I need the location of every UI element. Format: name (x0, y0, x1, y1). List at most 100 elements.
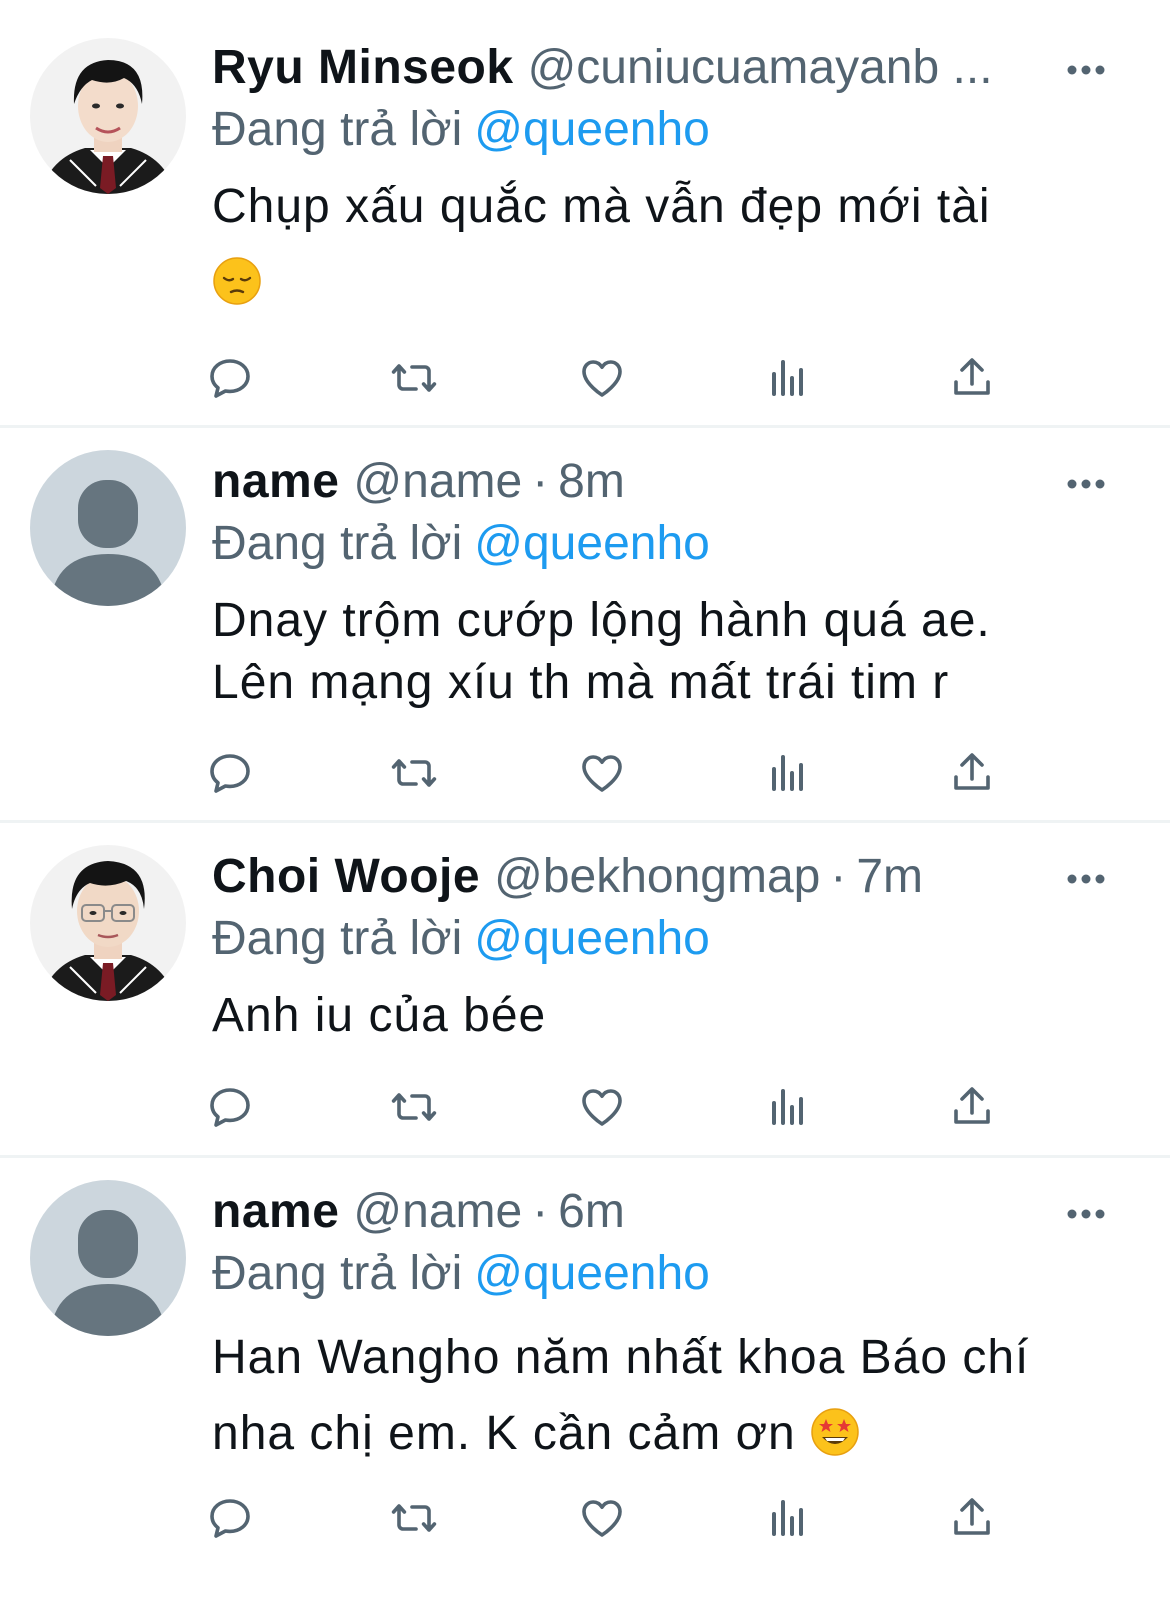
reply-button[interactable] (202, 1079, 258, 1135)
views-button[interactable] (760, 350, 816, 406)
reply-feed: Ryu Minseok @cuniucuamayanb ... Đang trả … (0, 0, 1170, 1619)
retweet-button[interactable] (386, 1079, 442, 1135)
share-icon (954, 1498, 990, 1535)
retweet-icon (391, 759, 437, 787)
share-button[interactable] (944, 1490, 1000, 1546)
mention-link[interactable]: @queenho (474, 1247, 710, 1300)
tweet-text-line-emoji (212, 252, 1112, 314)
views-button[interactable] (760, 745, 816, 801)
tweet-text: Chụp xấu quắc mà vẫn đẹp mới tài (212, 176, 1112, 314)
more-options-button[interactable] (1062, 1190, 1110, 1238)
tweet-1[interactable]: Ryu Minseok @cuniucuamayanb ... Đang trả … (0, 0, 1170, 425)
tweet-actions (210, 745, 1052, 801)
more-icon (1067, 874, 1105, 884)
display-name[interactable]: Ryu Minseok (212, 41, 514, 94)
more-options-button[interactable] (1062, 46, 1110, 94)
tweet-actions (210, 1490, 1052, 1546)
like-button[interactable] (574, 1490, 630, 1546)
views-icon (772, 1089, 803, 1125)
timestamp[interactable]: 7m (856, 850, 923, 903)
like-icon (582, 755, 622, 792)
more-icon (1067, 65, 1105, 75)
tweet-3[interactable]: Choi Wooje @bekhongmap · 7m Đang trả lời @qu… (0, 823, 1170, 1155)
mention-link[interactable]: @queenho (474, 912, 710, 965)
reply-icon (210, 1499, 250, 1538)
tweet-text-line: Chụp xấu quắc mà vẫn đẹp mới tài (212, 180, 991, 233)
tweet-4[interactable]: name @name · 6m Đang trả lời @queenho Han Wa… (0, 1158, 1170, 1619)
retweet-button[interactable] (386, 350, 442, 406)
like-icon (582, 360, 622, 397)
mention-link[interactable]: @queenho (474, 517, 710, 570)
share-button[interactable] (944, 1079, 1000, 1135)
like-button[interactable] (574, 1079, 630, 1135)
user-handle[interactable]: @name (353, 1185, 522, 1238)
views-button[interactable] (760, 1490, 816, 1546)
timestamp[interactable]: 6m (558, 1185, 625, 1238)
like-button[interactable] (574, 745, 630, 801)
tweet-header: name @name · 6m (212, 1182, 1072, 1242)
reply-button[interactable] (202, 745, 258, 801)
reply-prefix: Đang trả lời (212, 103, 463, 156)
tweet-actions (210, 350, 1052, 406)
replying-to: Đang trả lời @queenho (212, 1244, 710, 1304)
reply-icon (210, 359, 250, 398)
separator: · (532, 455, 549, 508)
user-handle[interactable]: @cuniucuamayanb ... (528, 41, 993, 94)
reply-button[interactable] (202, 350, 258, 406)
more-options-button[interactable] (1062, 855, 1110, 903)
avatar-default[interactable] (30, 1180, 186, 1336)
tweet-header: Ryu Minseok @cuniucuamayanb ... (212, 38, 1072, 98)
views-icon (772, 755, 803, 791)
retweet-button[interactable] (386, 745, 442, 801)
user-handle[interactable]: @bekhongmap (494, 850, 820, 903)
display-name[interactable]: Choi Wooje (212, 850, 480, 903)
more-icon (1067, 479, 1105, 489)
tweet-text-line: Han Wangho năm nhất khoa Báo chí (212, 1331, 1030, 1384)
mention-link[interactable]: @queenho (474, 103, 710, 156)
more-options-button[interactable] (1062, 460, 1110, 508)
reply-prefix: Đang trả lời (212, 912, 463, 965)
default-avatar (30, 1180, 186, 1336)
user-handle[interactable]: @name (353, 455, 522, 508)
tweet-text-line: Dnay trộm cướp lộng hành quá ae. (212, 594, 991, 647)
reply-prefix: Đang trả lời (212, 1247, 463, 1300)
reply-icon (210, 754, 250, 793)
like-icon (582, 1089, 622, 1126)
person-photo-avatar (30, 38, 186, 194)
tweet-actions (210, 1079, 1052, 1135)
avatar-ryu-minseok[interactable] (30, 38, 186, 194)
tweet-text-line: Anh iu của bée (212, 989, 547, 1042)
retweet-icon (391, 364, 437, 392)
tweet-text-line: Lên mạng xíu th mà mất trái tim r (212, 656, 950, 709)
views-icon (772, 1500, 803, 1536)
avatar-choi-wooje[interactable] (30, 845, 186, 1001)
reply-prefix: Đang trả lời (212, 517, 463, 570)
share-icon (954, 1087, 990, 1124)
tweet-header: Choi Wooje @bekhongmap · 7m (212, 847, 1072, 907)
retweet-icon (391, 1504, 437, 1532)
views-icon (772, 360, 803, 396)
views-button[interactable] (760, 1079, 816, 1135)
star-struck-emoji (811, 1408, 859, 1456)
retweet-button[interactable] (386, 1490, 442, 1546)
share-icon (954, 753, 990, 790)
person-photo-avatar-glasses (30, 845, 186, 1001)
tweet-text: Dnay trộm cướp lộng hành quá ae. Lên mạn… (212, 590, 1112, 714)
share-icon (954, 358, 990, 395)
timestamp[interactable]: 8m (558, 455, 625, 508)
share-button[interactable] (944, 745, 1000, 801)
retweet-icon (391, 1093, 437, 1121)
display-name[interactable]: name (212, 1185, 339, 1238)
replying-to: Đang trả lời @queenho (212, 514, 710, 574)
share-button[interactable] (944, 350, 1000, 406)
avatar-default[interactable] (30, 450, 186, 606)
display-name[interactable]: name (212, 455, 339, 508)
reply-button[interactable] (202, 1490, 258, 1546)
like-button[interactable] (574, 350, 630, 406)
tweet-text: Han Wangho năm nhất khoa Báo chí nha chị… (212, 1320, 1112, 1472)
tweet-text-line: nha chị em. K cần cảm ơn (212, 1407, 796, 1460)
tweet-text-line-with-emoji: nha chị em. K cần cảm ơn (212, 1396, 1112, 1472)
tweet-2[interactable]: name @name · 8m Đang trả lời @queenho Dnay t… (0, 428, 1170, 820)
tweet-text: Anh iu của bée (212, 985, 1112, 1047)
default-avatar (30, 450, 186, 606)
